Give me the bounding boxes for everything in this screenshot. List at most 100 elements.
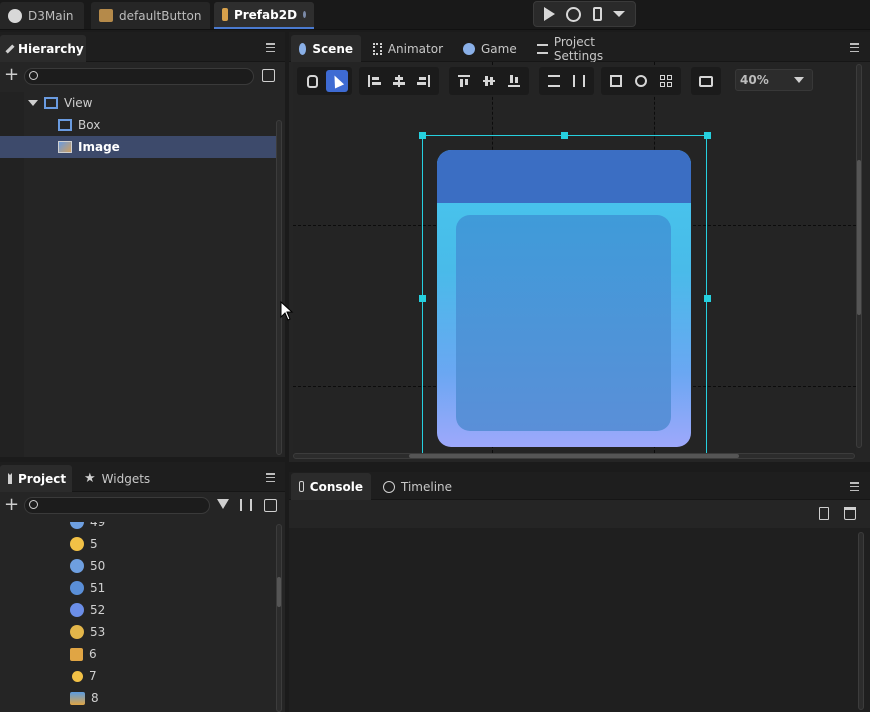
tab-defaultbutton[interactable]: defaultButton — [91, 2, 210, 29]
add-icon[interactable]: + — [4, 66, 19, 84]
zoom-value: 40% — [740, 73, 769, 87]
project-search-input[interactable] — [24, 497, 210, 514]
transform-tools — [297, 67, 352, 95]
tree-item-box[interactable]: Box — [0, 114, 276, 136]
tab-game[interactable]: Game — [455, 35, 527, 62]
screen-icon[interactable] — [695, 70, 717, 92]
prefab-box-icon — [222, 8, 228, 21]
unsaved-dot-icon — [303, 11, 306, 18]
chevron-down-icon[interactable] — [613, 11, 626, 17]
item-label: 8 — [91, 691, 99, 705]
mouse-cursor-icon — [280, 301, 294, 321]
clear-trash-icon[interactable] — [844, 507, 856, 520]
tree-item-image[interactable]: Image — [0, 136, 276, 158]
tab-label: Game — [481, 41, 517, 56]
tab-animator[interactable]: Animator — [365, 35, 451, 62]
align-middle-icon[interactable] — [478, 70, 500, 92]
tab-timeline[interactable]: Timeline — [375, 473, 461, 500]
distribute-vertical-icon[interactable] — [543, 70, 565, 92]
collapse-all-icon[interactable] — [262, 69, 275, 82]
console-panel: Console Timeline — [289, 472, 870, 712]
resize-handle[interactable] — [561, 132, 568, 139]
coin-icon — [70, 537, 84, 551]
align-bottom-icon[interactable] — [503, 70, 525, 92]
collapse-all-icon[interactable] — [264, 499, 277, 512]
grid-icon[interactable] — [655, 70, 677, 92]
tab-prefab2d[interactable]: Prefab2D — [214, 2, 314, 29]
tab-project[interactable]: Project — [0, 465, 72, 492]
console-toolbar — [289, 500, 870, 528]
document-tab-bar: D3Main defaultButton Prefab2D — [0, 0, 870, 30]
play-icon[interactable] — [543, 7, 555, 21]
same-height-icon[interactable] — [605, 70, 627, 92]
align-left-icon[interactable] — [363, 70, 385, 92]
search-input-field[interactable] — [43, 70, 243, 83]
list-item[interactable]: 8 — [70, 687, 99, 709]
console-scrollbar[interactable] — [858, 532, 864, 710]
list-item[interactable]: 49 — [70, 522, 105, 533]
select-arrow-icon[interactable] — [326, 70, 348, 92]
align-center-h-icon[interactable] — [388, 70, 410, 92]
gear-icon — [70, 603, 84, 617]
distribute-tools — [539, 67, 594, 95]
search-input-field[interactable] — [43, 499, 203, 512]
item-label: 53 — [90, 625, 106, 639]
list-item[interactable]: 51 — [70, 577, 105, 599]
list-item[interactable]: 50 — [70, 555, 105, 577]
scene-vertical-scrollbar[interactable] — [856, 64, 862, 448]
list-item[interactable]: 6 — [70, 643, 97, 665]
same-width-icon[interactable] — [630, 70, 652, 92]
tab-scene[interactable]: Scene — [291, 35, 361, 62]
resize-handle[interactable] — [419, 132, 426, 139]
tab-label: Project Settings — [553, 34, 604, 63]
copy-icon[interactable] — [819, 507, 829, 520]
filter-icon[interactable] — [217, 499, 229, 509]
tab-d3main[interactable]: D3Main — [0, 2, 84, 29]
menu-icon[interactable] — [850, 43, 859, 52]
resize-handle[interactable] — [419, 295, 426, 302]
resize-handle[interactable] — [704, 295, 711, 302]
project-scrollbar[interactable] — [276, 524, 282, 712]
resize-handle[interactable] — [704, 132, 711, 139]
globe-icon[interactable] — [566, 6, 582, 22]
selection-box[interactable] — [422, 135, 707, 458]
list-item[interactable]: 5 — [70, 533, 98, 555]
project-panel: Project ★ Widgets + 49 5 50 51 52 53 6 7… — [0, 462, 285, 712]
tab-widgets[interactable]: ★ Widgets — [76, 465, 156, 492]
item-label: 5 — [90, 537, 98, 551]
menu-icon[interactable] — [266, 43, 275, 52]
list-item[interactable]: 52 — [70, 599, 105, 621]
hand-tool-icon[interactable] — [301, 70, 323, 92]
item-label: 6 — [89, 647, 97, 661]
menu-icon[interactable] — [266, 473, 275, 482]
view-node-icon — [44, 97, 58, 109]
tab-label: Widgets — [101, 471, 151, 486]
add-icon[interactable]: + — [4, 496, 19, 514]
item-label: 49 — [90, 522, 106, 529]
tab-hierarchy[interactable]: Hierarchy — [0, 35, 86, 62]
tree-item-view[interactable]: View — [0, 92, 276, 114]
layers-icon — [5, 43, 15, 54]
console-icon — [299, 481, 304, 492]
hierarchy-scrollbar[interactable] — [276, 120, 282, 455]
scene-horizontal-scrollbar[interactable] — [293, 453, 855, 459]
align-vertical-tools — [449, 67, 529, 95]
align-right-icon[interactable] — [413, 70, 435, 92]
scene-viewport[interactable] — [293, 62, 856, 458]
tab-label: Hierarchy — [18, 41, 84, 56]
columns-icon[interactable] — [240, 499, 252, 511]
expand-triangle-icon[interactable] — [28, 100, 38, 106]
distribute-horizontal-icon[interactable] — [568, 70, 590, 92]
display-tools — [691, 67, 721, 95]
phone-icon[interactable] — [592, 7, 602, 21]
list-item[interactable]: 53 — [70, 621, 105, 643]
tab-console[interactable]: Console — [291, 473, 371, 500]
zoom-dropdown[interactable]: 40% — [735, 69, 813, 91]
tab-project-settings[interactable]: Project Settings — [529, 34, 647, 63]
menu-icon[interactable] — [850, 482, 859, 491]
tree-item-label: View — [64, 96, 93, 110]
search-icon — [29, 500, 38, 509]
align-top-icon[interactable] — [453, 70, 475, 92]
list-item[interactable]: 7 — [70, 665, 97, 687]
hierarchy-search-input[interactable] — [24, 68, 254, 85]
